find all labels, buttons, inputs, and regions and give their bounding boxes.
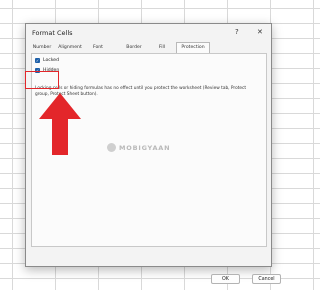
locked-option[interactable]: ✓ Locked (35, 57, 59, 64)
tab-border[interactable]: Border (123, 43, 145, 53)
tab-protection[interactable]: Protection (176, 42, 210, 53)
annotation-arrow-icon (39, 93, 81, 155)
help-icon[interactable]: ? (235, 27, 239, 37)
title-bar: Format Cells ? ✕ (26, 24, 271, 42)
watermark-logo-icon (107, 143, 116, 152)
tab-alignment[interactable]: Alignment (55, 43, 85, 53)
annotation-highlight-box (25, 71, 59, 89)
watermark: MOBIGYAAN (107, 143, 170, 152)
dialog-title: Format Cells (32, 29, 73, 37)
close-icon[interactable]: ✕ (257, 27, 263, 37)
tab-number[interactable]: Number (31, 43, 53, 53)
cancel-button[interactable]: Cancel (252, 274, 281, 284)
watermark-text: MOBIGYAAN (119, 143, 171, 152)
tab-font[interactable]: Font (89, 43, 107, 53)
ok-button[interactable]: OK (211, 274, 240, 284)
locked-checkbox[interactable]: ✓ (35, 58, 40, 63)
tab-fill[interactable]: Fill (156, 43, 168, 53)
locked-label: Locked (43, 58, 60, 63)
tab-strip: Number Alignment Font Border Fill Protec… (31, 42, 267, 53)
check-icon: ✓ (35, 58, 40, 63)
